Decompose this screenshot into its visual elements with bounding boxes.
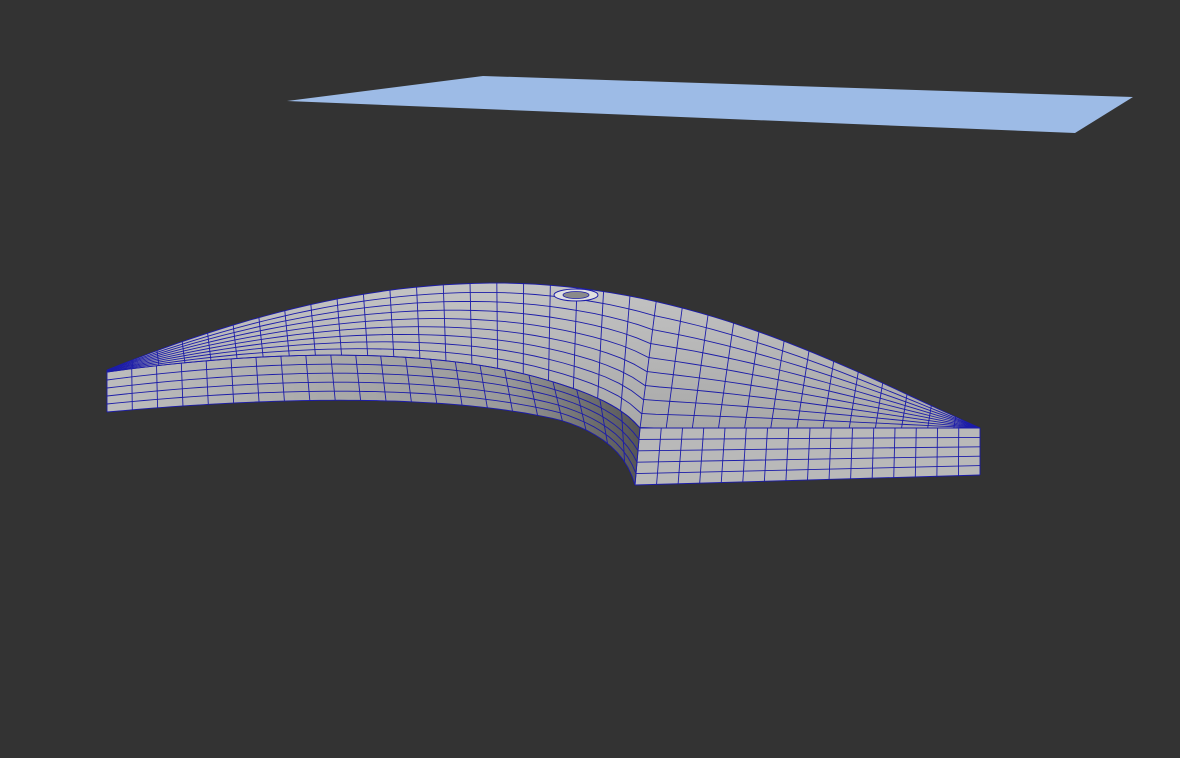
top-hole-inner: [562, 291, 590, 299]
3d-viewport[interactable]: [0, 0, 1180, 758]
scene: [106, 76, 1133, 486]
left-side-col-line: [131, 368, 133, 410]
plane-object[interactable]: [287, 76, 1133, 133]
mesh-object[interactable]: [106, 282, 981, 486]
right-side-col-line: [936, 427, 938, 477]
